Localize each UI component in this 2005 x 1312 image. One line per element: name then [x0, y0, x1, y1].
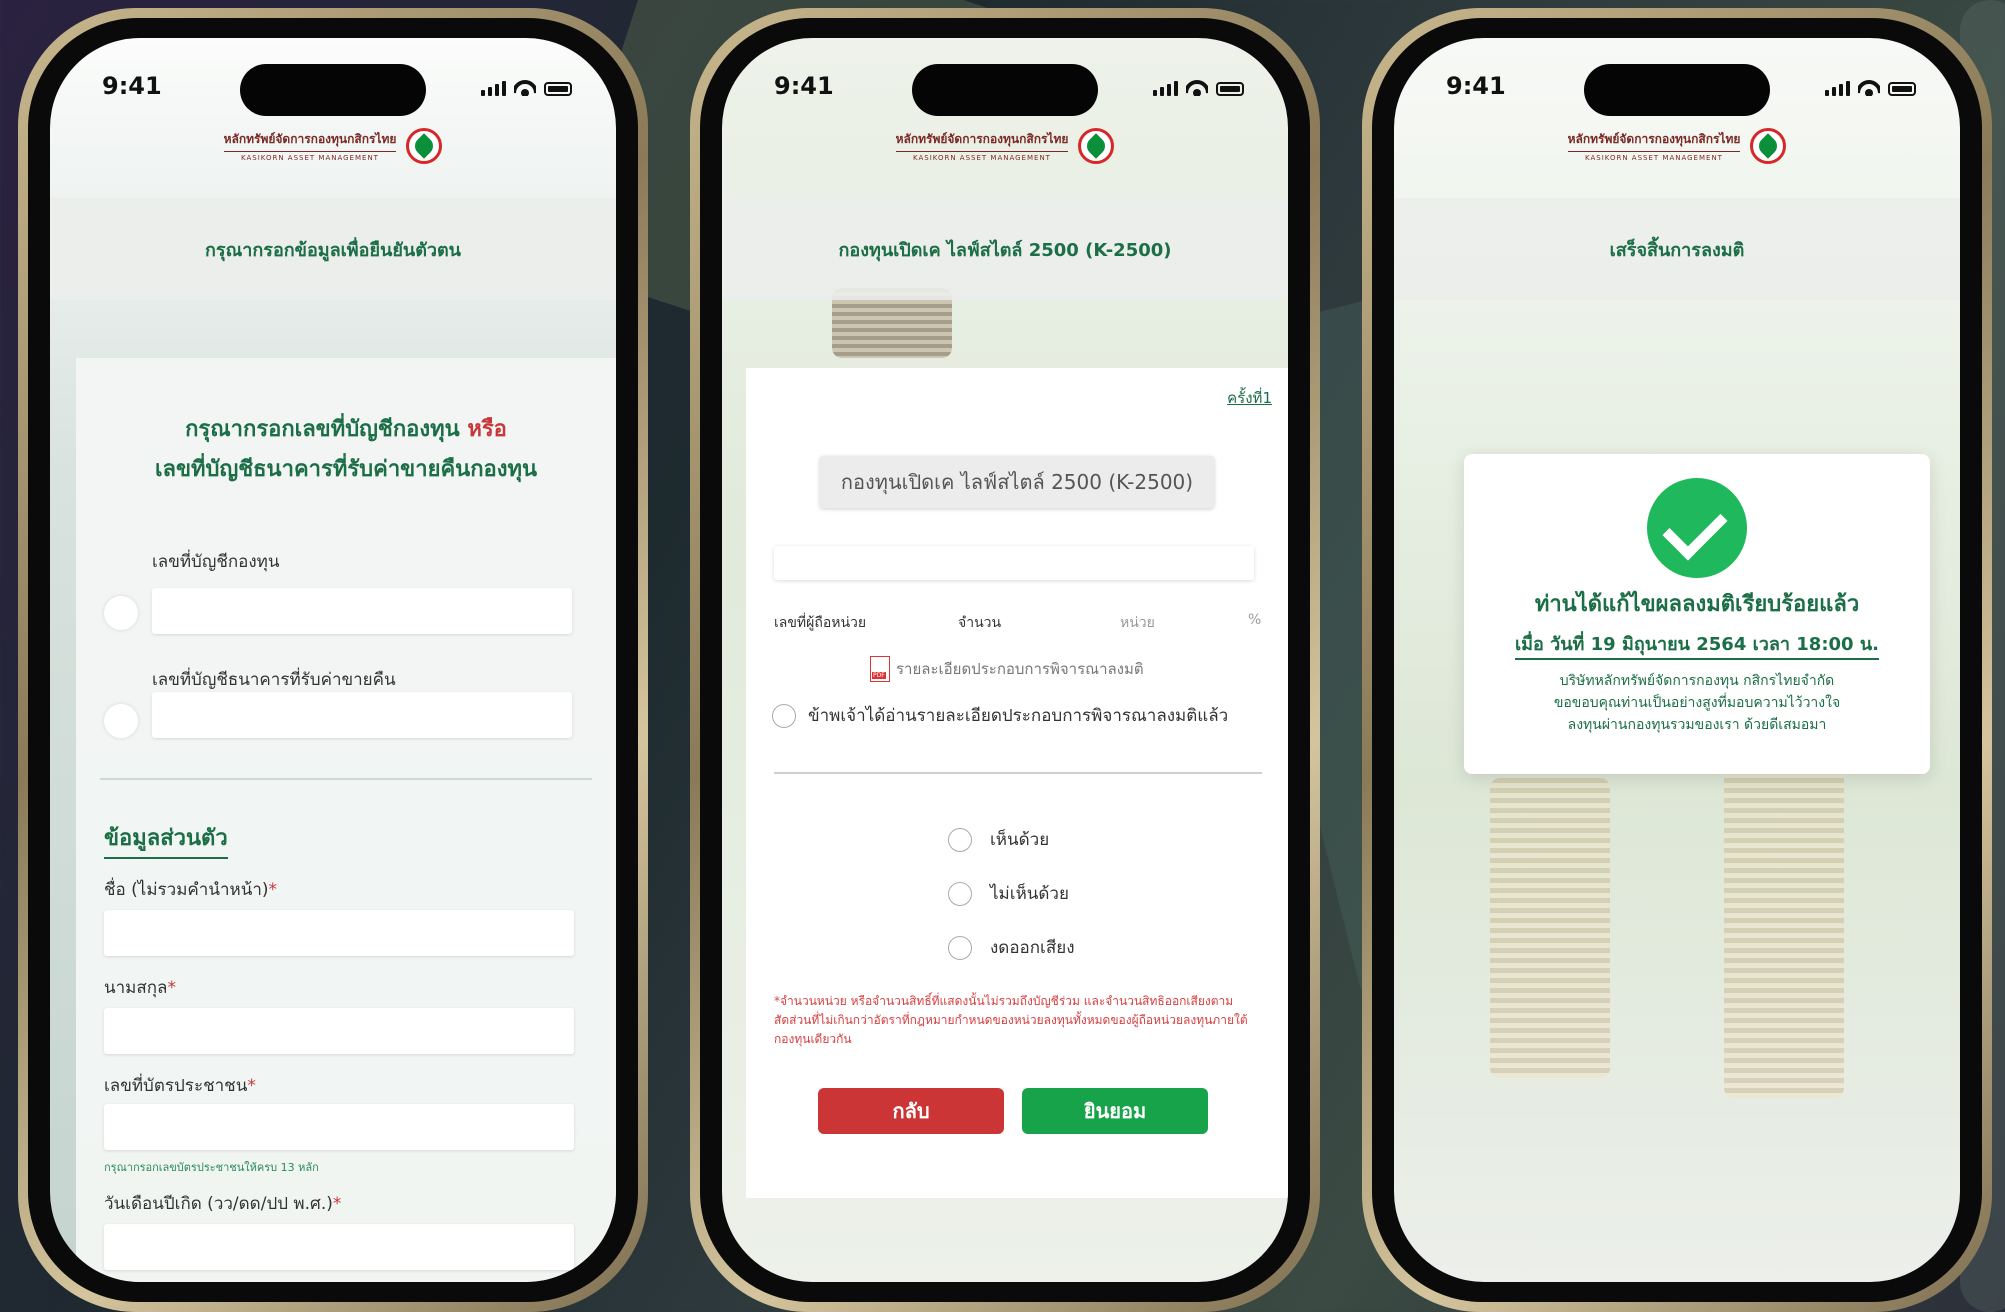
agree-radio[interactable]: [948, 827, 972, 852]
vote-disagree-option[interactable]: ไม่เห็นด้วย: [948, 880, 1069, 907]
acknowledge-option[interactable]: ข้าพเจ้าได้อ่านรายละเอียดประกอบการพิจารณ…: [772, 702, 1228, 729]
agree-label: เห็นด้วย: [990, 830, 1050, 850]
vote-form: ครั้งที่1 กองทุนเปิดเค ไลฟ์สไตล์ 2500 (K…: [746, 368, 1288, 1198]
status-icons: [481, 78, 572, 96]
acknowledge-label: ข้าพเจ้าได้อ่านรายละเอียดประกอบการพิจารณ…: [808, 706, 1229, 726]
brand-header: หลักทรัพย์จัดการกองทุนกสิกรไทย KASIKORN …: [722, 128, 1288, 164]
signal-icon: [1825, 78, 1850, 96]
page-title: เสร็จสิ้นการลงมติ: [1394, 198, 1960, 300]
unit-label: หน่วย: [1120, 615, 1155, 631]
info-box: [774, 546, 1254, 580]
phone-frame-complete: 9:41 หลักทรัพย์จัดการกองทุนกสิกรไทย KASI…: [1362, 8, 1992, 1312]
back-button[interactable]: กลับ: [818, 1088, 1004, 1134]
pdf-link[interactable]: รายละเอียดประกอบการพิจารณาลงมติ: [870, 656, 1144, 682]
abstain-radio[interactable]: [948, 935, 972, 960]
id-card-field[interactable]: [104, 1104, 574, 1150]
bank-account-input[interactable]: [152, 692, 572, 738]
pdf-link-label: รายละเอียดประกอบการพิจารณาลงมติ: [896, 660, 1144, 678]
holder-label: เลขที่ผู้ถือหน่วย: [774, 615, 867, 631]
brand-name-th: หลักทรัพย์จัดการกองทุนกสิกรไทย: [223, 130, 397, 152]
divider: [100, 778, 592, 780]
form-heading: กรุณากรอกเลขที่บัญชีกองทุน หรือ เลขที่บั…: [76, 410, 616, 490]
kasikorn-logo-icon: [406, 128, 443, 164]
heading-or: หรือ: [467, 417, 507, 442]
status-time: 9:41: [774, 72, 834, 100]
acknowledge-radio[interactable]: [772, 703, 796, 728]
disclaimer-note: *จำนวนหน่วย หรือจำนวนสิทธิ์ที่แสดงนั้นไม…: [774, 994, 1248, 1046]
first-name-label: ชื่อ (ไม่รวมคำนำหน้า)*: [104, 880, 278, 900]
vote-screen: 9:41 หลักทรัพย์จัดการกองทุนกสิกรไทย KASI…: [722, 38, 1288, 1282]
bank-account-radio[interactable]: [104, 704, 138, 738]
battery-icon: [1888, 82, 1916, 96]
last-name-label: นามสกุล*: [104, 978, 176, 998]
dynamic-island: [240, 64, 426, 116]
wifi-icon: [514, 80, 536, 96]
fund-account-label: เลขที่บัญชีกองทุน: [152, 552, 280, 572]
bank-account-label: เลขที่บัญชีธนาคารที่รับค่าขายคืน: [152, 670, 396, 690]
last-name-field[interactable]: [104, 1008, 574, 1054]
brand-name-en: KASIKORN ASSET MANAGEMENT: [241, 154, 379, 162]
battery-icon: [544, 82, 572, 96]
wifi-icon: [1186, 80, 1208, 96]
brand-name-th: หลักทรัพย์จัดการกองทุนกสิกรไทย: [1567, 130, 1741, 152]
round-link[interactable]: ครั้งที่1: [1227, 386, 1272, 410]
phone-frame-vote: 9:41 หลักทรัพย์จัดการกองทุนกสิกรไทย KASI…: [690, 8, 1320, 1312]
kasikorn-logo-icon: [1078, 128, 1115, 164]
signal-icon: [481, 78, 506, 96]
fund-account-option: เลขที่บัญชีกองทุน: [104, 548, 584, 634]
success-timestamp: เมื่อ วันที่ 19 มิถุนายน 2564 เวลา 18:00…: [1515, 629, 1879, 660]
confirm-button[interactable]: ยินยอม: [1022, 1088, 1208, 1134]
success-message: ท่านได้แก้ไขผลลงมติเรียบร้อยแล้ว: [1534, 592, 1860, 617]
signal-icon: [1153, 78, 1178, 96]
page-title: กรุณากรอกข้อมูลเพื่อยืนยันตัวตน: [50, 198, 616, 300]
abstain-label: งดออกเสียง: [990, 938, 1075, 958]
bank-account-option: เลขที่บัญชีธนาคารที่รับค่าขายคืน: [104, 666, 584, 738]
id-card-hint: กรุณากรอกเลขบัตรประชาชนให้ครบ 13 หลัก: [104, 1161, 319, 1174]
status-icons: [1825, 78, 1916, 96]
birthdate-field[interactable]: [104, 1224, 574, 1270]
heading-line1: กรุณากรอกเลขที่บัญชีกองทุน: [185, 417, 460, 442]
brand-name-en: KASIKORN ASSET MANAGEMENT: [1585, 154, 1723, 162]
wifi-icon: [1858, 80, 1880, 96]
brand-header: หลักทรัพย์จัดการกองทุนกสิกรไทย KASIKORN …: [50, 128, 616, 164]
disagree-label: ไม่เห็นด้วย: [990, 884, 1069, 904]
coin-stack-image: [1490, 778, 1610, 1078]
vote-agree-option[interactable]: เห็นด้วย: [948, 826, 1049, 853]
divider: [774, 772, 1262, 774]
status-time: 9:41: [102, 72, 162, 100]
amount-label: จำนวน: [958, 615, 1002, 631]
thank-you-text: บริษัทหลักทรัพย์จัดการกองทุน กสิกรไทยจำก…: [1553, 673, 1841, 733]
status-time: 9:41: [1446, 72, 1506, 100]
page-title: กองทุนเปิดเค ไลฟ์สไตล์ 2500 (K-2500): [722, 198, 1288, 300]
birthdate-label: วันเดือนปีเกิด (วว/ดด/ปป พ.ศ.)*: [104, 1194, 342, 1214]
personal-info-heading: ข้อมูลส่วนตัว: [104, 820, 228, 859]
check-circle-icon: [1647, 478, 1747, 578]
success-dialog: ท่านได้แก้ไขผลลงมติเรียบร้อยแล้ว เมื่อ ว…: [1464, 454, 1930, 774]
fund-account-input[interactable]: [152, 588, 572, 634]
brand-header: หลักทรัพย์จัดการกองทุนกสิกรไทย KASIKORN …: [1394, 128, 1960, 164]
vote-abstain-option[interactable]: งดออกเสียง: [948, 934, 1075, 961]
pdf-icon: [870, 656, 890, 682]
heading-line2: เลขที่บัญชีธนาคารที่รับค่าขายคืนกองทุน: [154, 457, 538, 482]
status-icons: [1153, 78, 1244, 96]
fund-name-button[interactable]: กองทุนเปิดเค ไลฟ์สไตล์ 2500 (K-2500): [820, 456, 1214, 508]
brand-name-en: KASIKORN ASSET MANAGEMENT: [913, 154, 1051, 162]
disagree-radio[interactable]: [948, 881, 972, 906]
dynamic-island: [1584, 64, 1770, 116]
brand-name-th: หลักทรัพย์จัดการกองทุนกสิกรไทย: [895, 130, 1069, 152]
id-card-label: เลขที่บัตรประชาชน*: [104, 1076, 256, 1096]
first-name-field[interactable]: [104, 910, 574, 956]
kasikorn-logo-icon: [1750, 128, 1787, 164]
dynamic-island: [912, 64, 1098, 116]
coin-stack-image: [1724, 758, 1844, 1098]
identity-screen: 9:41 หลักทรัพย์จัดการกองทุนกสิกรไทย KASI…: [50, 38, 616, 1282]
percent-label: %: [1248, 612, 1262, 628]
identity-form: กรุณากรอกเลขที่บัญชีกองทุน หรือ เลขที่บั…: [76, 358, 616, 1282]
phone-frame-identity: 9:41 หลักทรัพย์จัดการกองทุนกสิกรไทย KASI…: [18, 8, 648, 1312]
complete-screen: 9:41 หลักทรัพย์จัดการกองทุนกสิกรไทย KASI…: [1394, 38, 1960, 1282]
fund-account-radio[interactable]: [104, 596, 138, 630]
battery-icon: [1216, 82, 1244, 96]
